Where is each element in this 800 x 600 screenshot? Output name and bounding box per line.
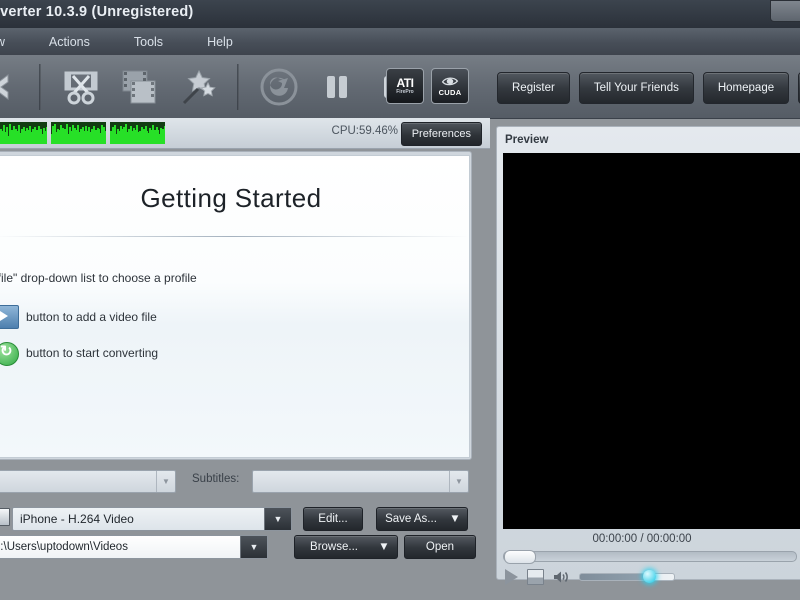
save-as-button[interactable]: Save As... <box>376 507 446 531</box>
tell-your-friends-button[interactable]: Tell Your Friends <box>578 72 694 104</box>
title-bar: o Converter 10.3.9 (Unregistered) <box>0 0 800 29</box>
audio-track-select[interactable]: ▼ <box>0 470 176 493</box>
profile-select[interactable]: iPhone - H.264 Video ▼ <box>12 507 292 531</box>
register-button[interactable]: Register <box>497 72 570 104</box>
subtitles-select[interactable]: ▼ <box>252 470 469 493</box>
speaker-icon[interactable] <box>553 570 570 584</box>
browse-dropdown-icon[interactable]: ▼ <box>371 535 398 559</box>
instruction-line-profile: Profile" drop-down list to choose a prof… <box>0 271 197 285</box>
preview-title: Preview <box>505 134 549 146</box>
subtitles-label: Subtitles: <box>192 473 240 485</box>
film-strip-icon[interactable] <box>113 61 165 113</box>
pause-icon[interactable] <box>311 61 363 113</box>
player-controls <box>505 569 675 585</box>
ati-badge-line2: FirePro <box>396 89 414 95</box>
profile-device-icon <box>0 508 10 526</box>
video-converter-window: o Converter 10.3.9 (Unregistered) View A… <box>0 0 800 600</box>
ati-badge-line1: ATI <box>396 76 414 90</box>
menu-item-tools[interactable]: Tools <box>112 32 185 52</box>
snapshot-icon[interactable] <box>527 569 544 585</box>
save-as-dropdown-icon[interactable]: ▼ <box>443 507 468 531</box>
profile-value: iPhone - H.264 Video <box>20 512 134 526</box>
chevron-down-icon[interactable]: ▼ <box>156 471 175 492</box>
preview-panel: Preview 00:00:00 / 00:00:00 <box>496 126 800 585</box>
menu-bar: View Actions Tools Help <box>0 28 800 56</box>
scissors-icon[interactable] <box>55 61 107 113</box>
add-video-icon <box>0 305 19 329</box>
output-path-input[interactable]: C:\Users\uptodown\Videos ▼ <box>0 535 268 559</box>
menu-item-actions[interactable]: Actions <box>27 32 112 52</box>
homepage-button[interactable]: Homepage <box>702 72 790 104</box>
promo-button-group: Register Tell Your Friends Homepage <box>497 72 800 104</box>
back-chevron-icon[interactable] <box>0 61 25 113</box>
cpu-meter-group <box>0 122 165 144</box>
browse-button[interactable]: Browse... <box>294 535 374 559</box>
edit-profile-button[interactable]: Edit... <box>303 507 363 531</box>
volume-slider-handle[interactable] <box>643 570 656 583</box>
toolbar-separator <box>39 63 41 110</box>
nvidia-eye-icon <box>441 77 459 85</box>
nvidia-cuda-icon: CUDA <box>431 68 469 104</box>
toolbar-separator-2 <box>237 63 239 110</box>
chevron-down-icon[interactable]: ▼ <box>264 508 291 530</box>
play-icon[interactable] <box>505 569 518 585</box>
seek-slider-handle[interactable] <box>504 550 536 564</box>
menu-item-help[interactable]: Help <box>185 32 255 52</box>
page-title: Getting Started <box>140 183 322 213</box>
cpu-meter <box>51 122 106 144</box>
ati-firepro-icon: ATI FirePro <box>386 68 424 104</box>
window-restore-icon[interactable] <box>770 0 800 22</box>
cuda-badge-label: CUDA <box>438 87 462 97</box>
cpu-meter <box>0 122 47 144</box>
circular-convert-icon[interactable] <box>253 61 305 113</box>
window-title: o Converter 10.3.9 (Unregistered) <box>0 4 194 20</box>
menu-item-view[interactable]: View <box>0 32 27 52</box>
getting-started-frame: Getting Started Profile" drop-down list … <box>0 151 472 460</box>
track-selection-row: ▼ Subtitles: ▼ <box>0 466 490 496</box>
preview-video-surface[interactable] <box>503 153 800 529</box>
preferences-button[interactable]: Preferences <box>400 122 482 146</box>
volume-slider[interactable] <box>579 570 675 583</box>
getting-started-panel: Getting Started Profile" drop-down list … <box>0 155 470 458</box>
cpu-usage-strip: CPU:59.46% Preferences <box>0 118 490 149</box>
profile-row: iPhone - H.264 Video ▼ Edit... Save As..… <box>0 505 490 531</box>
open-folder-button[interactable]: Open <box>404 535 476 559</box>
preview-timecode: 00:00:00 / 00:00:00 <box>592 533 692 545</box>
divider <box>0 236 469 237</box>
chevron-down-icon[interactable]: ▼ <box>240 536 267 558</box>
start-convert-icon <box>0 342 19 366</box>
cpu-meter <box>110 122 165 144</box>
magic-wand-icon[interactable] <box>171 61 223 113</box>
output-path-value: C:\Users\uptodown\Videos <box>0 541 128 553</box>
cpu-usage-label: CPU:59.46% <box>331 125 398 137</box>
instruction-line-add: button to add a video file <box>26 310 157 324</box>
output-path-row: C:\Users\uptodown\Videos ▼ Browse... ▼ O… <box>0 533 490 559</box>
instruction-line-convert: button to start converting <box>26 346 159 360</box>
chevron-down-icon[interactable]: ▼ <box>449 471 468 492</box>
seek-slider[interactable] <box>503 550 797 564</box>
